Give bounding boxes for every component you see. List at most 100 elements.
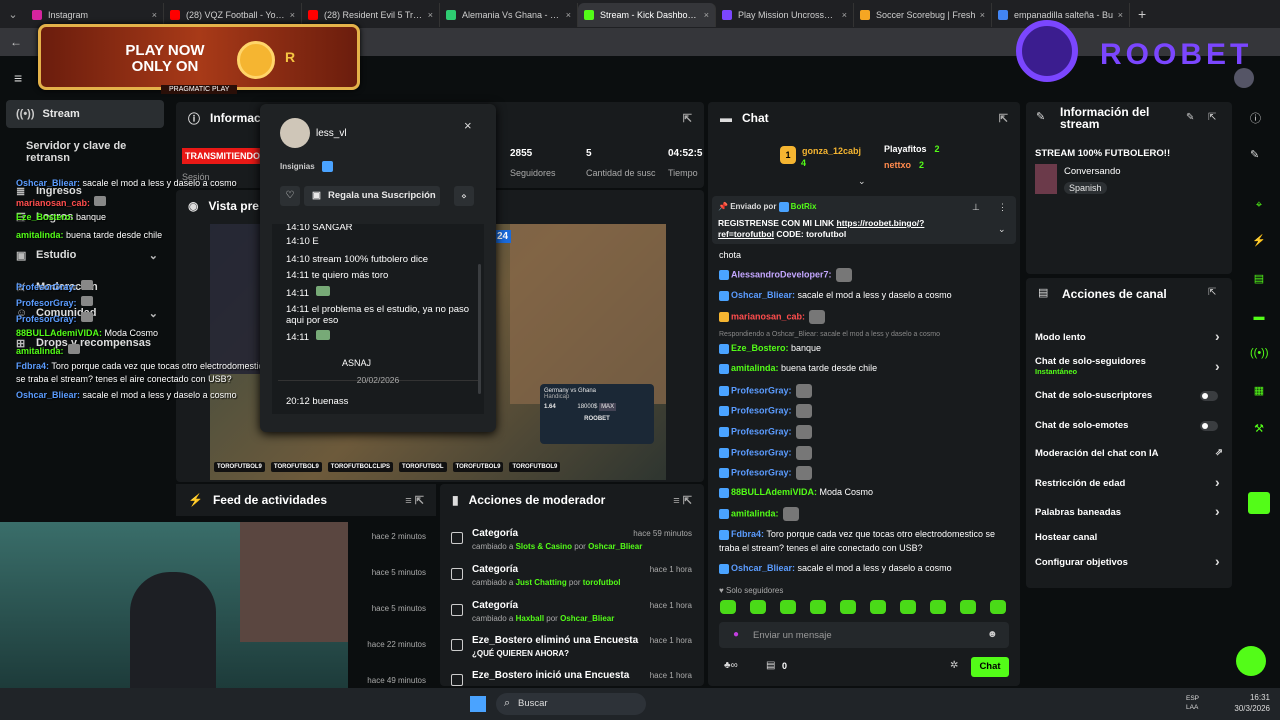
close-icon[interactable]: × <box>428 10 433 20</box>
browser-tab[interactable]: Stream - Kick Dashboard × <box>578 3 716 27</box>
filter-icon[interactable]: ≡ ⇱ <box>673 494 692 507</box>
close-icon[interactable]: × <box>704 10 709 20</box>
chat-username[interactable]: ProfesorGray: <box>731 447 792 457</box>
more-icon[interactable]: ⋮ <box>998 202 1007 213</box>
emote-icon[interactable] <box>840 600 856 614</box>
chat-username[interactable]: 88BULLAdemiVIDA: <box>731 487 817 497</box>
emote-icon[interactable] <box>870 600 886 614</box>
info-icon[interactable]: ⓘ <box>1250 110 1261 126</box>
sidebar-item-server[interactable]: Servidor y clave de retransn <box>26 140 172 164</box>
detail-user[interactable]: torofutbol <box>583 578 621 587</box>
channel-action-moderación-del-chat-con-ia[interactable]: Moderación del chat con IA ⇗ <box>1035 447 1223 459</box>
chat-username[interactable]: Eze_Bostero: <box>731 343 789 353</box>
follow-heart-icon[interactable]: ♡ <box>280 186 300 206</box>
close-icon[interactable]: × <box>980 10 985 20</box>
chat-username[interactable]: ProfesorGray: <box>731 467 792 477</box>
close-icon[interactable]: × <box>152 10 157 20</box>
channel-action-restricción-de-edad[interactable]: Restricción de edad › <box>1035 474 1220 490</box>
sidebar-item-stream[interactable]: ((•)) Stream <box>6 100 164 128</box>
back-arrow-icon[interactable]: ← <box>10 35 22 49</box>
chat-input[interactable]: ● Enviar un mensaje ☻ <box>719 622 1009 648</box>
broadcast-icon[interactable]: ((•)) <box>1250 344 1269 362</box>
close-icon[interactable]: × <box>290 10 295 20</box>
gift-subscription-button[interactable]: ▣ Regala una Suscripción <box>304 186 440 206</box>
channel-action-modo-lento[interactable]: Modo lento › <box>1035 328 1220 344</box>
collapse-icon[interactable]: ⌄ <box>858 176 866 187</box>
list-icon[interactable]: ▤ <box>1250 270 1268 288</box>
leader-name[interactable]: nettxo <box>884 160 911 170</box>
emoji-icon[interactable]: ☻ <box>987 629 998 640</box>
category-name[interactable]: Conversando <box>1064 166 1121 177</box>
chevron-down-icon[interactable]: ⌄ <box>149 307 158 320</box>
edit-icon[interactable]: ✎ <box>1186 112 1194 123</box>
chat-username[interactable]: Oshcar_Bliear: <box>731 563 795 573</box>
gift-icon[interactable]: ▤ <box>766 660 775 671</box>
toggle-switch[interactable] <box>1200 391 1218 401</box>
channel-action-palabras-baneadas[interactable]: Palabras baneadas › <box>1035 503 1220 519</box>
users-icon[interactable]: ♣∞ <box>724 660 738 671</box>
mic-icon[interactable]: ● <box>733 629 739 640</box>
wrench-icon[interactable]: ⚒ <box>1250 420 1268 438</box>
help-button[interactable] <box>1236 646 1266 676</box>
card-icon[interactable]: ▦ <box>1250 382 1268 400</box>
chat-username[interactable]: marianosan_cab: <box>731 311 805 321</box>
emote-icon[interactable] <box>750 600 766 614</box>
chat-username[interactable]: amitalinda: <box>731 508 779 518</box>
tab-list-icon[interactable]: ⌄ <box>0 8 26 21</box>
bolt-icon[interactable]: ⚡ <box>1250 232 1268 250</box>
emote-icon[interactable] <box>960 600 976 614</box>
chat-username[interactable]: Respondiendo a Oshcar_Bliear: sacale el … <box>719 331 940 338</box>
emote-icon[interactable] <box>990 600 1006 614</box>
pencil-icon[interactable]: ✎ <box>1250 148 1259 161</box>
chat-username[interactable]: ProfesorGray: <box>731 405 792 415</box>
chat-username[interactable]: Fdbra4: <box>731 529 764 539</box>
channel-action-chat-de-solo-suscriptores[interactable]: Chat de solo-suscriptores <box>1035 390 1152 401</box>
popout-icon[interactable]: ⇱ <box>683 112 692 125</box>
chevron-right-icon[interactable]: › <box>1215 328 1220 344</box>
detail-user[interactable]: Oshcar_Bliear <box>588 542 642 551</box>
chevron-right-icon[interactable]: › <box>1215 553 1220 569</box>
browser-tab[interactable]: Play Mission Uncrossable × <box>716 3 854 27</box>
chevron-right-icon[interactable]: › <box>1215 474 1220 490</box>
popout-icon[interactable]: ⇱ <box>1208 112 1216 123</box>
close-icon[interactable]: × <box>566 10 571 20</box>
channel-action-chat-de-solo-seguidores[interactable]: Chat de solo-seguidores Instantáneo › <box>1035 356 1220 376</box>
chevron-right-icon[interactable]: › <box>1215 358 1220 374</box>
close-icon[interactable]: × <box>1118 10 1123 20</box>
channel-action-configurar-objetivos[interactable]: Configurar objetivos › <box>1035 553 1220 569</box>
target-icon[interactable]: ⌖ <box>1250 196 1268 214</box>
chevron-right-icon[interactable]: › <box>1215 503 1220 519</box>
emote-icon[interactable] <box>780 600 796 614</box>
send-chat-button[interactable]: Chat <box>971 657 1009 677</box>
browser-tab[interactable]: Alemania Vs Ghana - Res × <box>440 3 578 27</box>
chat-username[interactable]: ProfesorGray: <box>731 385 792 395</box>
windows-start-icon[interactable] <box>470 696 486 712</box>
popout-icon[interactable]: ⇱ <box>999 112 1008 125</box>
popout-icon[interactable]: ⇱ <box>1208 287 1216 298</box>
leader-name[interactable]: Playafitos <box>884 144 927 154</box>
unpin-icon[interactable]: ⊥ <box>972 202 980 213</box>
filter-icon[interactable]: ≡ ⇱ <box>405 494 424 507</box>
chevron-down-icon[interactable]: ⌄ <box>998 224 1006 235</box>
mod-action-icon[interactable]: ⋄ <box>454 186 474 206</box>
emote-icon[interactable] <box>900 600 916 614</box>
clock[interactable]: 16:31 30/3/2026 <box>1220 692 1270 714</box>
detail-user[interactable]: Oshcar_Bliear <box>560 614 614 623</box>
toggle-switch[interactable] <box>1200 421 1218 431</box>
browser-tab[interactable]: Soccer Scorebug | Fresh × <box>854 3 992 27</box>
chat-username[interactable]: ProfesorGray: <box>731 426 792 436</box>
leader-name[interactable]: gonza_12cabj <box>802 146 861 156</box>
taskbar-search[interactable]: ⌕ Buscar <box>496 693 646 715</box>
language-indicator[interactable]: ESP LAA <box>1186 694 1210 712</box>
sidebar-item-estudio[interactable]: ▣ Estudio ⌄ <box>6 242 166 268</box>
emote-icon[interactable] <box>930 600 946 614</box>
chat-username[interactable]: AlessandroDeveloper7: <box>731 269 832 279</box>
scrollbar[interactable] <box>478 264 481 394</box>
external-link-icon[interactable]: ⇗ <box>1215 447 1223 458</box>
close-icon[interactable]: × <box>842 10 847 20</box>
channel-action-chat-de-solo-emotes[interactable]: Chat de solo-emotes <box>1035 420 1128 431</box>
chat-username[interactable]: amitalinda: <box>731 363 779 373</box>
menu-icon[interactable]: ≡ <box>14 70 22 86</box>
emote-icon[interactable] <box>810 600 826 614</box>
settings-icon[interactable]: ✲ <box>950 660 958 671</box>
